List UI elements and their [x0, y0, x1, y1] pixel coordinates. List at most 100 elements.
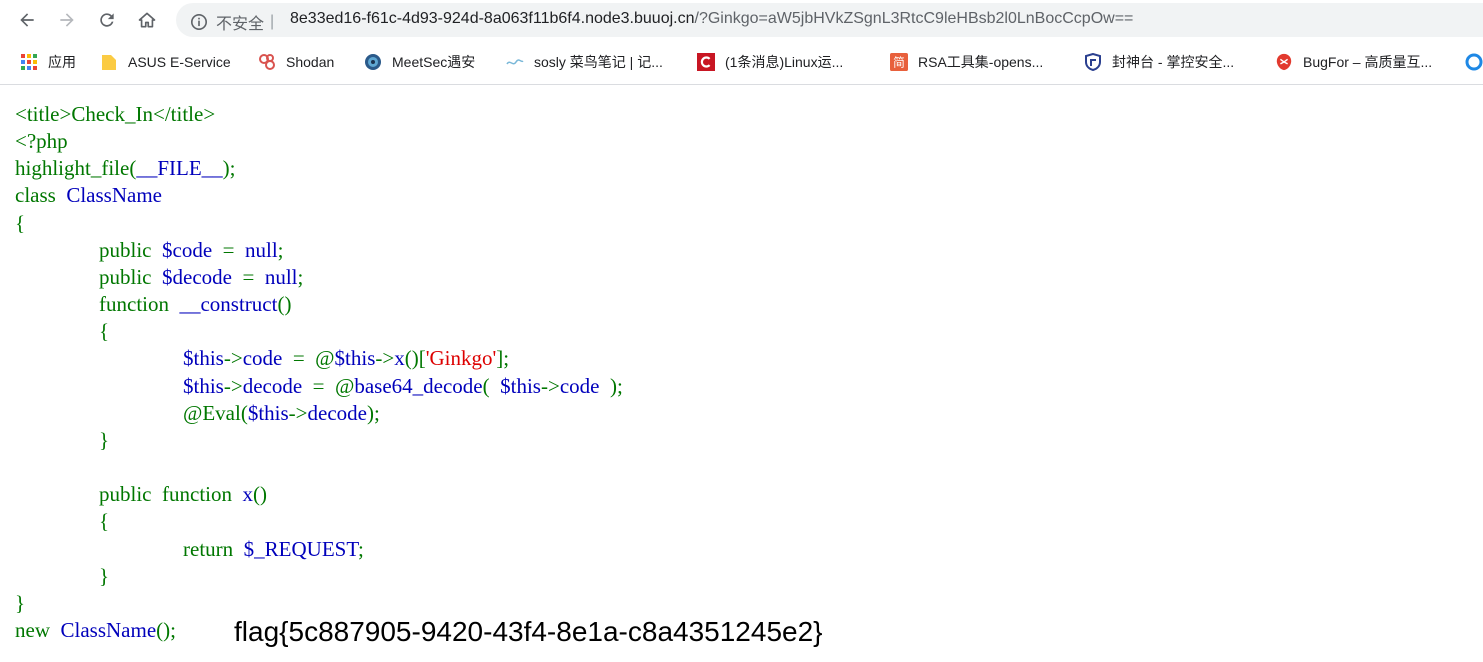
svg-text:简: 简 — [893, 56, 905, 70]
home-icon — [138, 12, 156, 28]
code-highlight-call: highlight_file( — [15, 156, 137, 181]
code-assign: = — [222, 237, 245, 262]
code-brace: { — [99, 319, 110, 344]
code-keyword-class: class — [15, 183, 67, 208]
reload-icon — [100, 13, 114, 27]
code-keyword-function: function — [99, 292, 180, 317]
bookmark-sosly[interactable]: sosly 菜鸟笔记 | 记... — [506, 52, 663, 72]
code-arrow: -> — [223, 373, 243, 398]
code-semicolon: ; — [277, 237, 284, 262]
code-prop-decode: decode — [307, 400, 367, 425]
info-icon — [190, 13, 208, 31]
code-class-name: ClassName — [60, 617, 157, 642]
home-button[interactable] — [135, 8, 159, 32]
code-parens: () — [252, 482, 267, 507]
code-method-x: x — [394, 346, 405, 371]
bookmark-label: 应用 — [48, 54, 76, 70]
bookmark-apps[interactable]: 应用 — [20, 52, 76, 72]
bookmark-asus[interactable]: ASUS E-Service — [100, 52, 231, 72]
code-class-name: ClassName — [66, 183, 162, 208]
code-keyword-new: new — [15, 617, 61, 642]
code-keyword-public: public — [99, 264, 162, 289]
code-brace: } — [99, 427, 110, 452]
url-text[interactable]: 8e33ed16-f61c-4d93-924d-8a063f11b6f4.nod… — [290, 10, 1133, 28]
code-construct-name: __construct — [179, 292, 278, 317]
shodan-icon — [258, 53, 276, 71]
bookmark-fengshentai[interactable]: 封神台 - 掌控安全... — [1084, 52, 1234, 72]
code-arrow: -> — [223, 346, 243, 371]
code-punct: ]; — [496, 346, 510, 371]
code-this: $this — [500, 373, 541, 398]
code-this: $this — [183, 346, 224, 371]
php-source-code: <title>Check_In</title> <?php highlight_… — [15, 101, 623, 644]
apps-grid-icon — [20, 53, 38, 71]
bookmark-csdn[interactable]: (1条消息)Linux运... — [697, 52, 843, 72]
bookmark-meetsec[interactable]: MeetSec遇安 — [364, 52, 475, 72]
code-var-code: $code — [162, 237, 223, 262]
code-at: @ — [183, 400, 203, 425]
code-punct: ()[ — [404, 346, 426, 371]
bookmark-label: ASUS E-Service — [128, 54, 231, 70]
code-var-decode: $decode — [162, 264, 243, 289]
code-brace: { — [99, 509, 110, 534]
bookmark-label: 封神台 - 掌控安全... — [1112, 54, 1235, 70]
reload-button[interactable] — [95, 8, 119, 32]
bookmarks-bar: 应用 ASUS E-Service Shodan MeetSec遇安 sosly… — [0, 40, 1483, 85]
code-keyword-public: public — [99, 482, 162, 507]
code-method-x: x — [242, 482, 253, 507]
security-indicator[interactable]: 不安全 | — [190, 10, 274, 34]
code-punct: (); — [156, 617, 182, 642]
bookmark-shodan[interactable]: Shodan — [258, 52, 334, 72]
code-prop-decode: decode — [242, 373, 313, 398]
code-assign-at: = @ — [292, 346, 335, 371]
bookmark-label: MeetSec遇安 — [392, 54, 476, 70]
bookmark-bugfor[interactable]: BugFor – 高质量互... — [1275, 52, 1432, 72]
arrow-right-icon — [60, 13, 74, 27]
code-brace: } — [15, 590, 26, 615]
jian-icon: 简 — [890, 53, 908, 71]
bookmark-label: sosly 菜鸟笔记 | 记... — [534, 54, 663, 70]
bookmark-label: BugFor – 高质量互... — [1303, 54, 1433, 70]
bookmark-label: (1条消息)Linux运... — [725, 54, 844, 70]
shield-icon — [1084, 53, 1102, 71]
sosly-icon — [506, 53, 524, 71]
code-this: $this — [334, 346, 376, 371]
code-string-ginkgo: 'Ginkgo' — [425, 346, 497, 371]
code-file-constant: __FILE__ — [136, 156, 223, 181]
code-paren-open: ( — [482, 373, 501, 398]
code-prop-code: code — [242, 346, 293, 371]
code-paren-open: ( — [240, 400, 248, 425]
address-bar[interactable]: 不安全 | 8e33ed16-f61c-4d93-924d-8a063f11b6… — [176, 3, 1483, 37]
bookmark-label: Shodan — [286, 54, 335, 70]
bookmark-overflow[interactable] — [1465, 52, 1483, 72]
back-button[interactable] — [15, 8, 39, 32]
code-null: null — [245, 237, 278, 262]
arrow-left-icon — [20, 13, 34, 27]
code-keyword-return: return — [183, 536, 244, 561]
code-semicolon: ; — [297, 264, 304, 289]
code-keyword-function: function — [162, 482, 243, 507]
code-brace: { — [15, 210, 26, 235]
code-null: null — [264, 264, 298, 289]
bookmark-label: RSA工具集-opens... — [918, 54, 1044, 70]
code-paren-close: ); — [366, 400, 380, 425]
url-path: /?Ginkgo=aW5jbHVkZSgnL3RtcC9leHBsb2l0LnB… — [694, 10, 1134, 27]
folder-icon — [100, 53, 118, 71]
security-label: 不安全 — [216, 16, 265, 33]
globe-icon — [364, 53, 382, 71]
code-semicolon: ; — [358, 536, 364, 561]
url-host: 8e33ed16-f61c-4d93-924d-8a063f11b6f4.nod… — [290, 10, 695, 27]
code-request-var: $_REQUEST — [243, 536, 358, 561]
bookmark-rsa[interactable]: 简 RSA工具集-opens... — [890, 52, 1043, 72]
code-this: $this — [247, 400, 289, 425]
code-base64-decode: base64_decode — [354, 373, 483, 398]
forward-button[interactable] — [55, 8, 79, 32]
code-brace: } — [99, 563, 110, 588]
code-title-tag: <title>Check_In</title> — [15, 102, 216, 126]
code-paren-close: ); — [609, 373, 623, 398]
separator: | — [270, 13, 275, 30]
code-keyword-public: public — [99, 237, 162, 262]
code-eval: Eval — [202, 400, 241, 425]
code-prop-code: code — [559, 373, 610, 398]
code-parens: () — [277, 292, 292, 317]
